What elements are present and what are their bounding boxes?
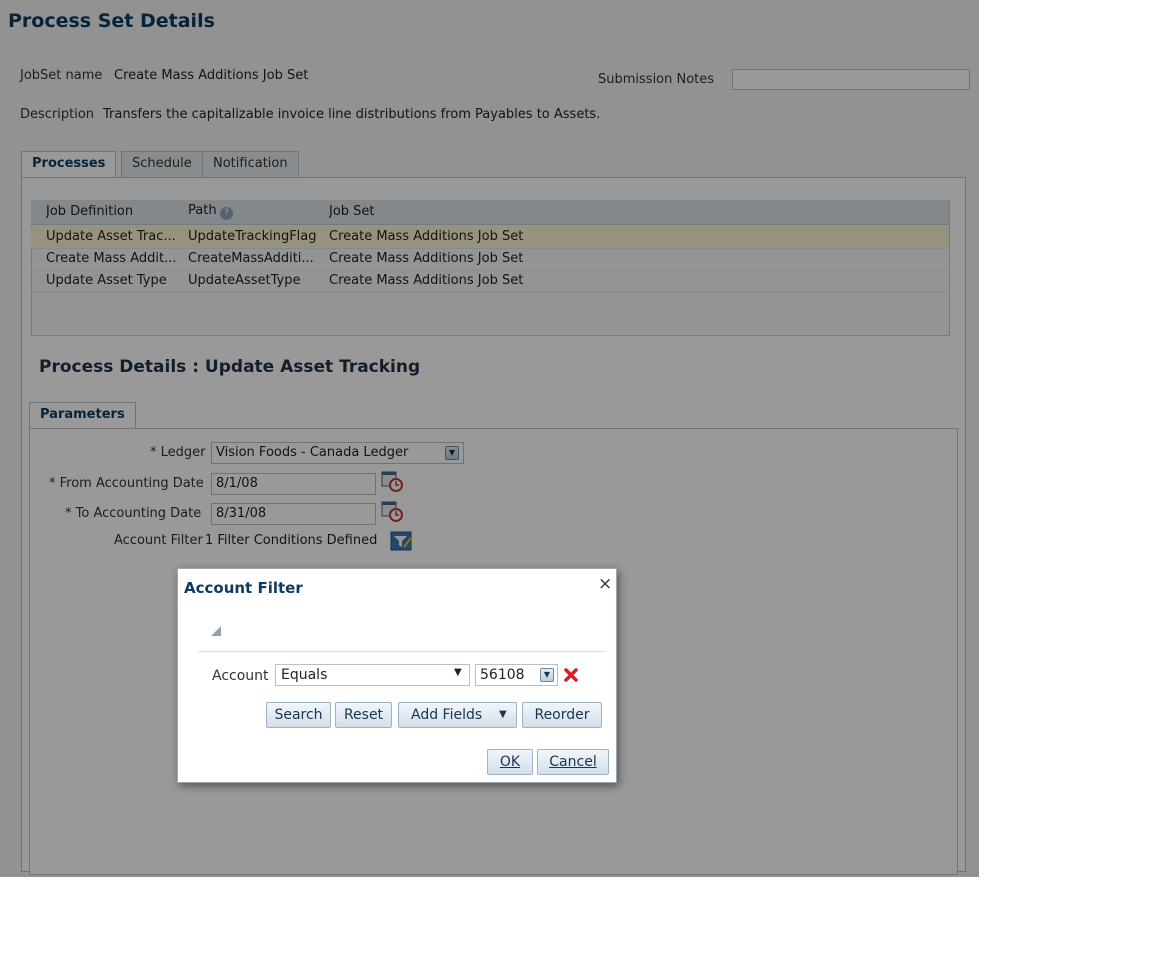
- chevron-down-icon[interactable]: ▼: [454, 667, 462, 678]
- account-label: Account: [212, 668, 269, 684]
- operator-select[interactable]: Equals ▼: [275, 664, 470, 686]
- chevron-down-icon: ▼: [499, 709, 507, 720]
- reorder-button[interactable]: Reorder: [522, 702, 602, 728]
- account-value-input[interactable]: 56108 ▼: [475, 664, 558, 686]
- close-icon[interactable]: ×: [598, 574, 612, 594]
- account-filter-dialog: Account Filter × Account Equals ▼ 56108 …: [177, 568, 617, 783]
- add-fields-button[interactable]: Add Fields ▼: [398, 702, 517, 728]
- add-fields-label: Add Fields: [411, 707, 483, 723]
- ok-button[interactable]: OK: [487, 749, 533, 775]
- operator-value: Equals: [281, 667, 328, 683]
- dropdown-icon[interactable]: ▼: [540, 668, 554, 682]
- dialog-divider: [198, 651, 606, 652]
- reset-button[interactable]: Reset: [335, 702, 392, 728]
- cancel-button[interactable]: Cancel: [537, 749, 609, 775]
- search-button[interactable]: Search: [266, 702, 331, 728]
- disclosure-icon[interactable]: [210, 625, 222, 641]
- remove-icon[interactable]: [564, 668, 578, 686]
- dialog-title: Account Filter: [184, 579, 303, 597]
- account-value: 56108: [480, 667, 525, 683]
